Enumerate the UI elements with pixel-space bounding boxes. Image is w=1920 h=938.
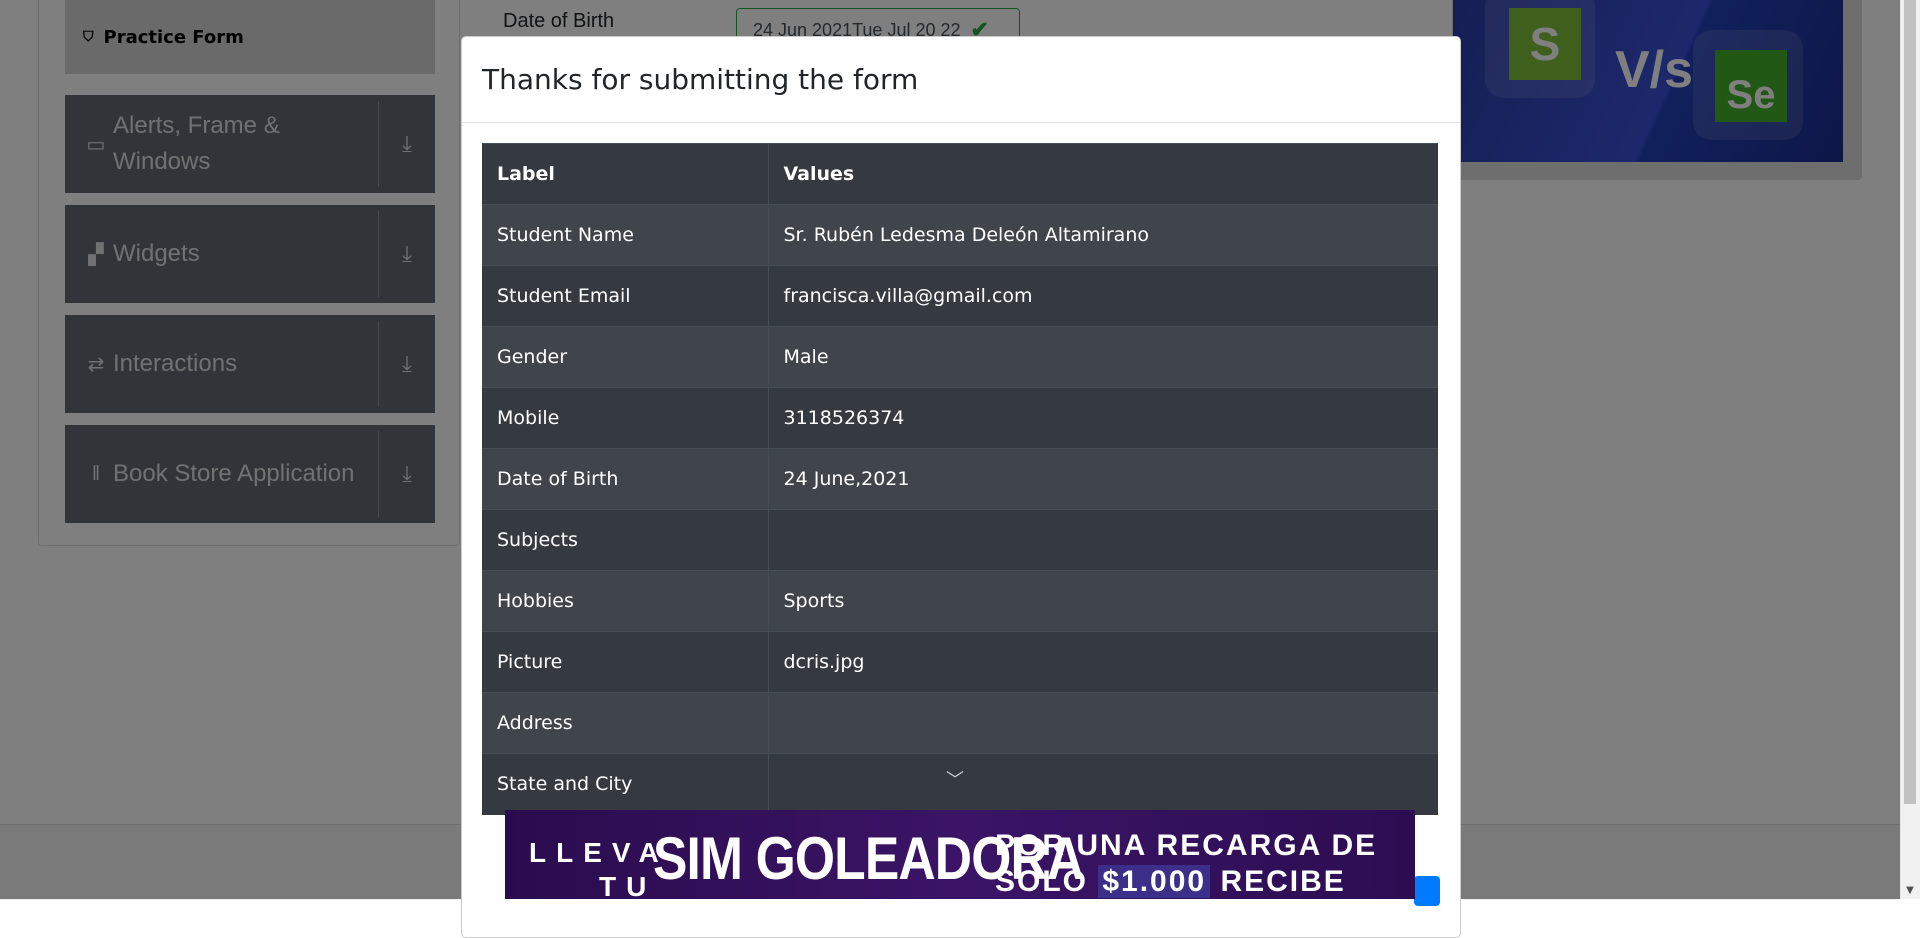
row-value	[768, 509, 1438, 571]
row-label: State and City	[482, 753, 769, 815]
row-value	[768, 753, 1438, 815]
row-label: Date of Birth	[482, 448, 769, 510]
row-value: Sports	[768, 570, 1438, 632]
ad-line-lleva: LLEVA	[529, 837, 669, 868]
scrollbar-thumb[interactable]	[1904, 0, 1916, 804]
row-label: Address	[482, 692, 769, 754]
table-row: Student Email francisca.villa@gmail.com	[482, 265, 1438, 327]
row-label: Subjects	[482, 509, 769, 571]
row-value: 24 June,2021	[768, 448, 1438, 510]
table-row: Date of Birth 24 June,2021	[482, 448, 1438, 510]
row-value	[768, 692, 1438, 754]
column-header-values: Values	[768, 143, 1438, 205]
modal-header: Thanks for submitting the form	[462, 37, 1460, 123]
ad-offer-price: $1.000	[1098, 865, 1211, 898]
table-header-row: Label Values	[482, 143, 1438, 205]
modal-title: Thanks for submitting the form	[482, 63, 919, 96]
ad-offer-line2-post: RECIBE	[1210, 865, 1346, 898]
ad-offer-line1: POR UNA RECARGA DE	[995, 829, 1378, 862]
scroll-down-arrow-icon[interactable]: ▼	[1900, 883, 1920, 899]
ad-line-tu: TU	[599, 871, 657, 899]
row-label: Student Name	[482, 204, 769, 266]
column-header-label: Label	[482, 143, 769, 205]
row-value: Sr. Rubén Ledesma Deleón Altamirano	[768, 204, 1438, 266]
submission-modal: Thanks for submitting the form Label Val…	[461, 36, 1461, 938]
chevron-down-icon: ﹀	[946, 770, 964, 791]
row-label: Gender	[482, 326, 769, 388]
table-row: Mobile 3118526374	[482, 387, 1438, 449]
ad-small-text: LLEVA TU	[529, 836, 669, 899]
table-row: Gender Male	[482, 326, 1438, 388]
table-row: Picture dcris.jpg	[482, 631, 1438, 693]
row-value: 3118526374	[768, 387, 1438, 449]
table-row: Hobbies Sports	[482, 570, 1438, 632]
close-button[interactable]	[1414, 876, 1440, 906]
row-value: dcris.jpg	[768, 631, 1438, 693]
ad-offer-line2-pre: SOLO	[995, 865, 1099, 898]
ad-banner[interactable]: LLEVA TU SIM GOLEADORA POR UNA RECARGA D…	[505, 810, 1415, 899]
row-label: Mobile	[482, 387, 769, 449]
row-value: Male	[768, 326, 1438, 388]
row-label: Student Email	[482, 265, 769, 327]
row-value: francisca.villa@gmail.com	[768, 265, 1438, 327]
row-label: Hobbies	[482, 570, 769, 632]
row-label: Picture	[482, 631, 769, 693]
results-table: Label Values Student Name Sr. Rubén Lede…	[482, 143, 1438, 815]
ad-offer-text: POR UNA RECARGA DE SOLO $1.000 RECIBE	[995, 828, 1377, 899]
table-row: Subjects	[482, 509, 1438, 571]
table-row: Address	[482, 692, 1438, 754]
table-row: Student Name Sr. Rubén Ledesma Deleón Al…	[482, 204, 1438, 266]
